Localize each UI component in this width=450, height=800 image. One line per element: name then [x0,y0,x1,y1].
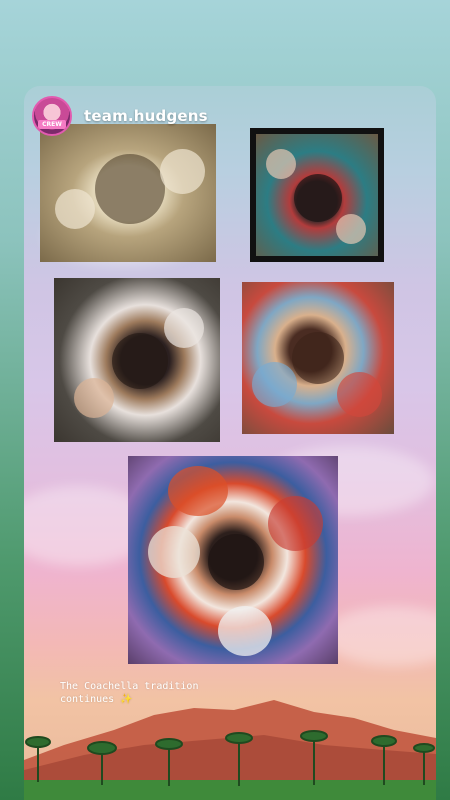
cloud [324,606,436,666]
avatar-badge: CREW [38,120,66,129]
photo-4 [242,282,394,434]
photo-5 [128,456,338,664]
desert-mountain-scene [24,700,436,800]
photo-2 [250,128,384,262]
avatar[interactable]: CREW [32,96,72,136]
story-header: CREW team.hudgens [32,94,208,138]
photo-1 [40,124,216,262]
photo-3 [54,278,220,442]
username[interactable]: team.hudgens [84,107,208,125]
story-card[interactable]: CREW team.hudgens The Coachella traditio… [24,86,436,800]
